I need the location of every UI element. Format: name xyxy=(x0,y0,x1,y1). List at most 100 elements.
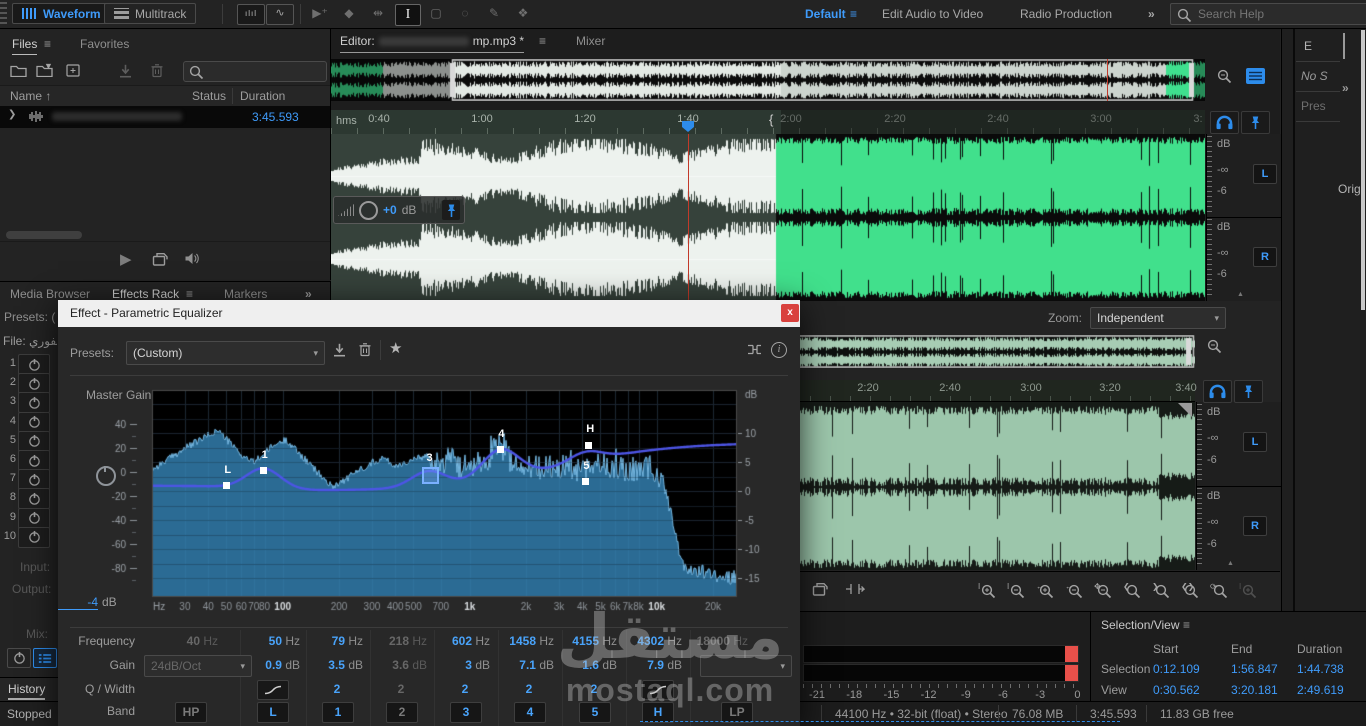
vertical-zoom-disabled-icon[interactable]: І xyxy=(1241,581,1267,601)
menu-item-radio-production[interactable]: Radio Production xyxy=(1020,7,1112,21)
loop-zoom-icon[interactable]: ⟳ xyxy=(1212,581,1238,601)
eq-preset-dropdown[interactable]: (Custom)▾ xyxy=(126,341,325,365)
editor-zoom-navigate-icon[interactable] xyxy=(1216,68,1240,88)
band-q-value[interactable]: 2 xyxy=(514,682,544,696)
band-slope-dropdown[interactable]: ▾ xyxy=(700,655,792,677)
open-in-editor-icon[interactable] xyxy=(152,252,169,270)
second-main-waveform[interactable] xyxy=(790,402,1195,570)
panel-grip[interactable] xyxy=(0,2,7,26)
delete-preset-icon[interactable] xyxy=(358,342,372,360)
editor-layout-button[interactable] xyxy=(1246,68,1266,86)
band-toggle-button-5[interactable]: 5 xyxy=(579,702,611,723)
solo-headphones-button[interactable] xyxy=(1203,380,1232,403)
search-help-box[interactable] xyxy=(1170,3,1366,25)
open-file-icon[interactable] xyxy=(10,64,27,80)
effect-slot-power-button[interactable] xyxy=(18,488,50,509)
eq-control-point-5[interactable] xyxy=(582,478,589,485)
delete-file-icon[interactable] xyxy=(150,63,164,81)
band-toggle-button-1[interactable]: 1 xyxy=(322,702,354,723)
vertical-zoom-in-icon[interactable]: І xyxy=(980,581,1006,601)
channel-routing-icon[interactable] xyxy=(746,342,763,360)
effects-rack-menu-icon[interactable]: ≡ xyxy=(186,287,193,301)
dialog-resize-edge[interactable] xyxy=(640,721,1120,722)
tab-effects-rack[interactable]: Effects Rack xyxy=(112,287,179,301)
search-help-input[interactable] xyxy=(1196,6,1340,22)
vertical-zoom-out-icon[interactable]: І xyxy=(1009,581,1035,601)
file-list-row[interactable]: ❯3:45.593 xyxy=(0,106,330,128)
tab-history[interactable]: History xyxy=(8,682,45,700)
eq-control-point-H[interactable] xyxy=(585,442,592,449)
effect-slot-power-button[interactable] xyxy=(18,373,50,394)
hud-knob-icon[interactable] xyxy=(359,201,378,220)
tab-markers[interactable]: Markers xyxy=(224,287,267,301)
lasso-tool-icon[interactable]: ◌ xyxy=(453,4,477,24)
pin-channel-button[interactable] xyxy=(1241,111,1270,134)
tab-favorites[interactable]: Favorites xyxy=(80,37,129,51)
second-timeline-ruler[interactable]: 02:202:403:003:203:40 xyxy=(790,380,1195,402)
rack-power-button[interactable] xyxy=(7,648,31,668)
rack-list-toggle-button[interactable] xyxy=(33,648,57,668)
waveform-display-button[interactable]: ılıl xyxy=(237,4,265,25)
spectral-display-button[interactable]: ∿ xyxy=(266,4,294,25)
rack-overflow-chevron[interactable]: » xyxy=(305,287,312,301)
band-shelf-button[interactable] xyxy=(642,680,674,700)
row-expander-icon[interactable]: ❯ xyxy=(8,109,16,120)
effect-slot-power-button[interactable] xyxy=(18,527,50,548)
scale-collapse-icon[interactable]: ▲ xyxy=(1237,291,1244,298)
column-header-status[interactable]: Status xyxy=(192,89,226,103)
horizontal-zoom-in-icon[interactable]: ↔ xyxy=(1038,581,1064,601)
channel-badge-right[interactable]: R xyxy=(1253,247,1277,267)
editor-tab-menu-icon[interactable]: ≡ xyxy=(539,34,546,48)
tab-editor[interactable]: Editor:mp.mp3 * xyxy=(340,34,524,53)
save-preset-icon[interactable] xyxy=(332,343,347,360)
effect-slot-power-button[interactable] xyxy=(18,392,50,413)
band-frequency-value[interactable]: 40 Hz xyxy=(140,634,218,648)
batch-insert-icon[interactable] xyxy=(118,64,133,81)
volume-hud[interactable]: +0dB xyxy=(333,196,465,224)
multitrack-view-button[interactable]: Multitrack xyxy=(104,3,196,24)
zoom-reset-icon[interactable]: ✥ xyxy=(1096,581,1122,601)
selection-edge-handle[interactable]: { xyxy=(769,112,773,127)
files-menu-icon[interactable]: ≡ xyxy=(44,37,51,51)
eq-graph-canvas[interactable] xyxy=(90,386,766,616)
band-q-value[interactable]: 2 xyxy=(322,682,352,696)
band-toggle-button-2[interactable]: 2 xyxy=(386,702,418,723)
play-button[interactable]: ▶ xyxy=(120,250,132,268)
files-hscrollbar[interactable] xyxy=(6,231,82,239)
marquee-tool-icon[interactable]: ▢ xyxy=(424,4,448,24)
eq-control-point-1[interactable] xyxy=(260,467,267,474)
eq-control-point-3[interactable] xyxy=(422,467,439,484)
edge-fragment[interactable]: » xyxy=(1342,81,1349,95)
band-toggle-button-L[interactable]: L xyxy=(257,702,289,723)
slip-tool-icon[interactable]: ⇹ xyxy=(366,4,390,24)
overview-waveform[interactable] xyxy=(331,59,1205,101)
solo-headphones-button[interactable] xyxy=(1210,111,1239,134)
band-q-value[interactable]: 2 xyxy=(386,682,416,696)
band-q-value[interactable]: 2 xyxy=(579,682,609,696)
info-icon[interactable]: i xyxy=(771,342,787,358)
effect-slot-power-button[interactable] xyxy=(18,431,50,452)
band-q-value[interactable]: 2 xyxy=(450,682,480,696)
menu-item-edit-audio-to-video[interactable]: Edit Audio to Video xyxy=(882,7,983,21)
band-frequency-value[interactable]: 18000 Hz xyxy=(670,634,748,648)
second-wave-handle-icon[interactable] xyxy=(1178,403,1192,417)
band-shelf-button[interactable] xyxy=(257,680,289,700)
eq-dialog-titlebar[interactable]: Effect - Parametric Equalizerx xyxy=(58,300,800,327)
band-toggle-button-3[interactable]: 3 xyxy=(450,702,482,723)
waveform-view-button[interactable]: Waveform xyxy=(12,3,111,24)
channel-badge-left[interactable]: L xyxy=(1243,432,1267,452)
import-file-icon[interactable]: ▼ xyxy=(36,64,53,80)
files-search-box[interactable] xyxy=(183,61,327,82)
timeline-ruler[interactable]: hms0:401:001:201:402:002:202:403:003:{ xyxy=(331,110,1205,135)
band-toggle-button-HP[interactable]: HP xyxy=(175,702,207,723)
effect-slot-power-button[interactable] xyxy=(18,469,50,490)
zoom-mode-dropdown[interactable]: Independent▾ xyxy=(1090,307,1226,329)
zoom-in-point-right-icon[interactable]: ❯ xyxy=(1154,581,1180,601)
band-toggle-button-LP[interactable]: LP xyxy=(721,702,753,723)
favorite-star-icon[interactable]: ★ xyxy=(389,339,402,357)
channel-badge-left[interactable]: L xyxy=(1253,164,1277,184)
effect-slot-power-button[interactable] xyxy=(18,354,50,375)
band-toggle-button-H[interactable]: H xyxy=(642,702,674,723)
scale-collapse-icon[interactable]: ▲ xyxy=(1227,560,1234,567)
column-header-name[interactable]: Name ↑ xyxy=(10,89,51,103)
